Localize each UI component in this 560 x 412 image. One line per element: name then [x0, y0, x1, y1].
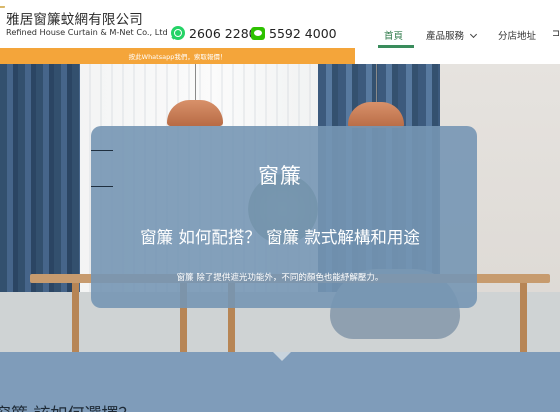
- site-header: 雅居窗簾蚊網有限公司 Refined House Curtain & M-Net…: [0, 0, 560, 48]
- nav-active-indicator: [378, 45, 414, 48]
- lamp-cord: [195, 64, 196, 102]
- whatsapp-phone-link[interactable]: 2606 2280: [171, 25, 257, 41]
- nav-item-overflow[interactable]: ⊐: [552, 28, 560, 39]
- divider: [91, 150, 113, 151]
- table-leg: [72, 283, 79, 353]
- nav-item-products[interactable]: 產品服務: [426, 28, 478, 42]
- hero-description: 窗簾 除了提供遮光功能外，不同的顏色也能紓解壓力。: [176, 273, 384, 283]
- logo-mark-icon: [0, 6, 6, 18]
- wechat-phone-number: 5592 4000: [269, 25, 337, 41]
- chevron-down-icon: [469, 30, 478, 39]
- section-heading: 窗簾 該如何選擇？: [0, 400, 135, 412]
- nav-item-products-label: 產品服務: [426, 31, 465, 42]
- wechat-phone-link[interactable]: 5592 4000: [251, 25, 337, 41]
- whatsapp-phone-number: 2606 2280: [189, 25, 257, 41]
- hero-title: 窗簾: [258, 164, 302, 188]
- whatsapp-quote-banner[interactable]: 按此Whatsapp我們，索取報價！: [0, 48, 355, 64]
- lamp-cord: [376, 64, 377, 104]
- table-leg: [520, 283, 527, 353]
- whatsapp-icon: [171, 26, 185, 40]
- nav-item-home[interactable]: 首頁: [384, 28, 403, 42]
- logo-name-en: Refined House Curtain & M-Net Co., Ltd: [6, 27, 168, 37]
- nav-item-branches[interactable]: 分店地址: [498, 28, 536, 42]
- wechat-icon: [251, 26, 265, 40]
- logo-name-cn: 雅居窗簾蚊網有限公司: [6, 12, 143, 28]
- whatsapp-quote-banner-text: 按此Whatsapp我們，索取報價！: [128, 53, 227, 61]
- site-logo[interactable]: 雅居窗簾蚊網有限公司 Refined House Curtain & M-Net…: [0, 6, 168, 42]
- section-pointer-icon: [273, 352, 291, 361]
- hero-subtitle: 窗簾 如何配搭？ 窗簾 款式解構和用途: [140, 228, 420, 247]
